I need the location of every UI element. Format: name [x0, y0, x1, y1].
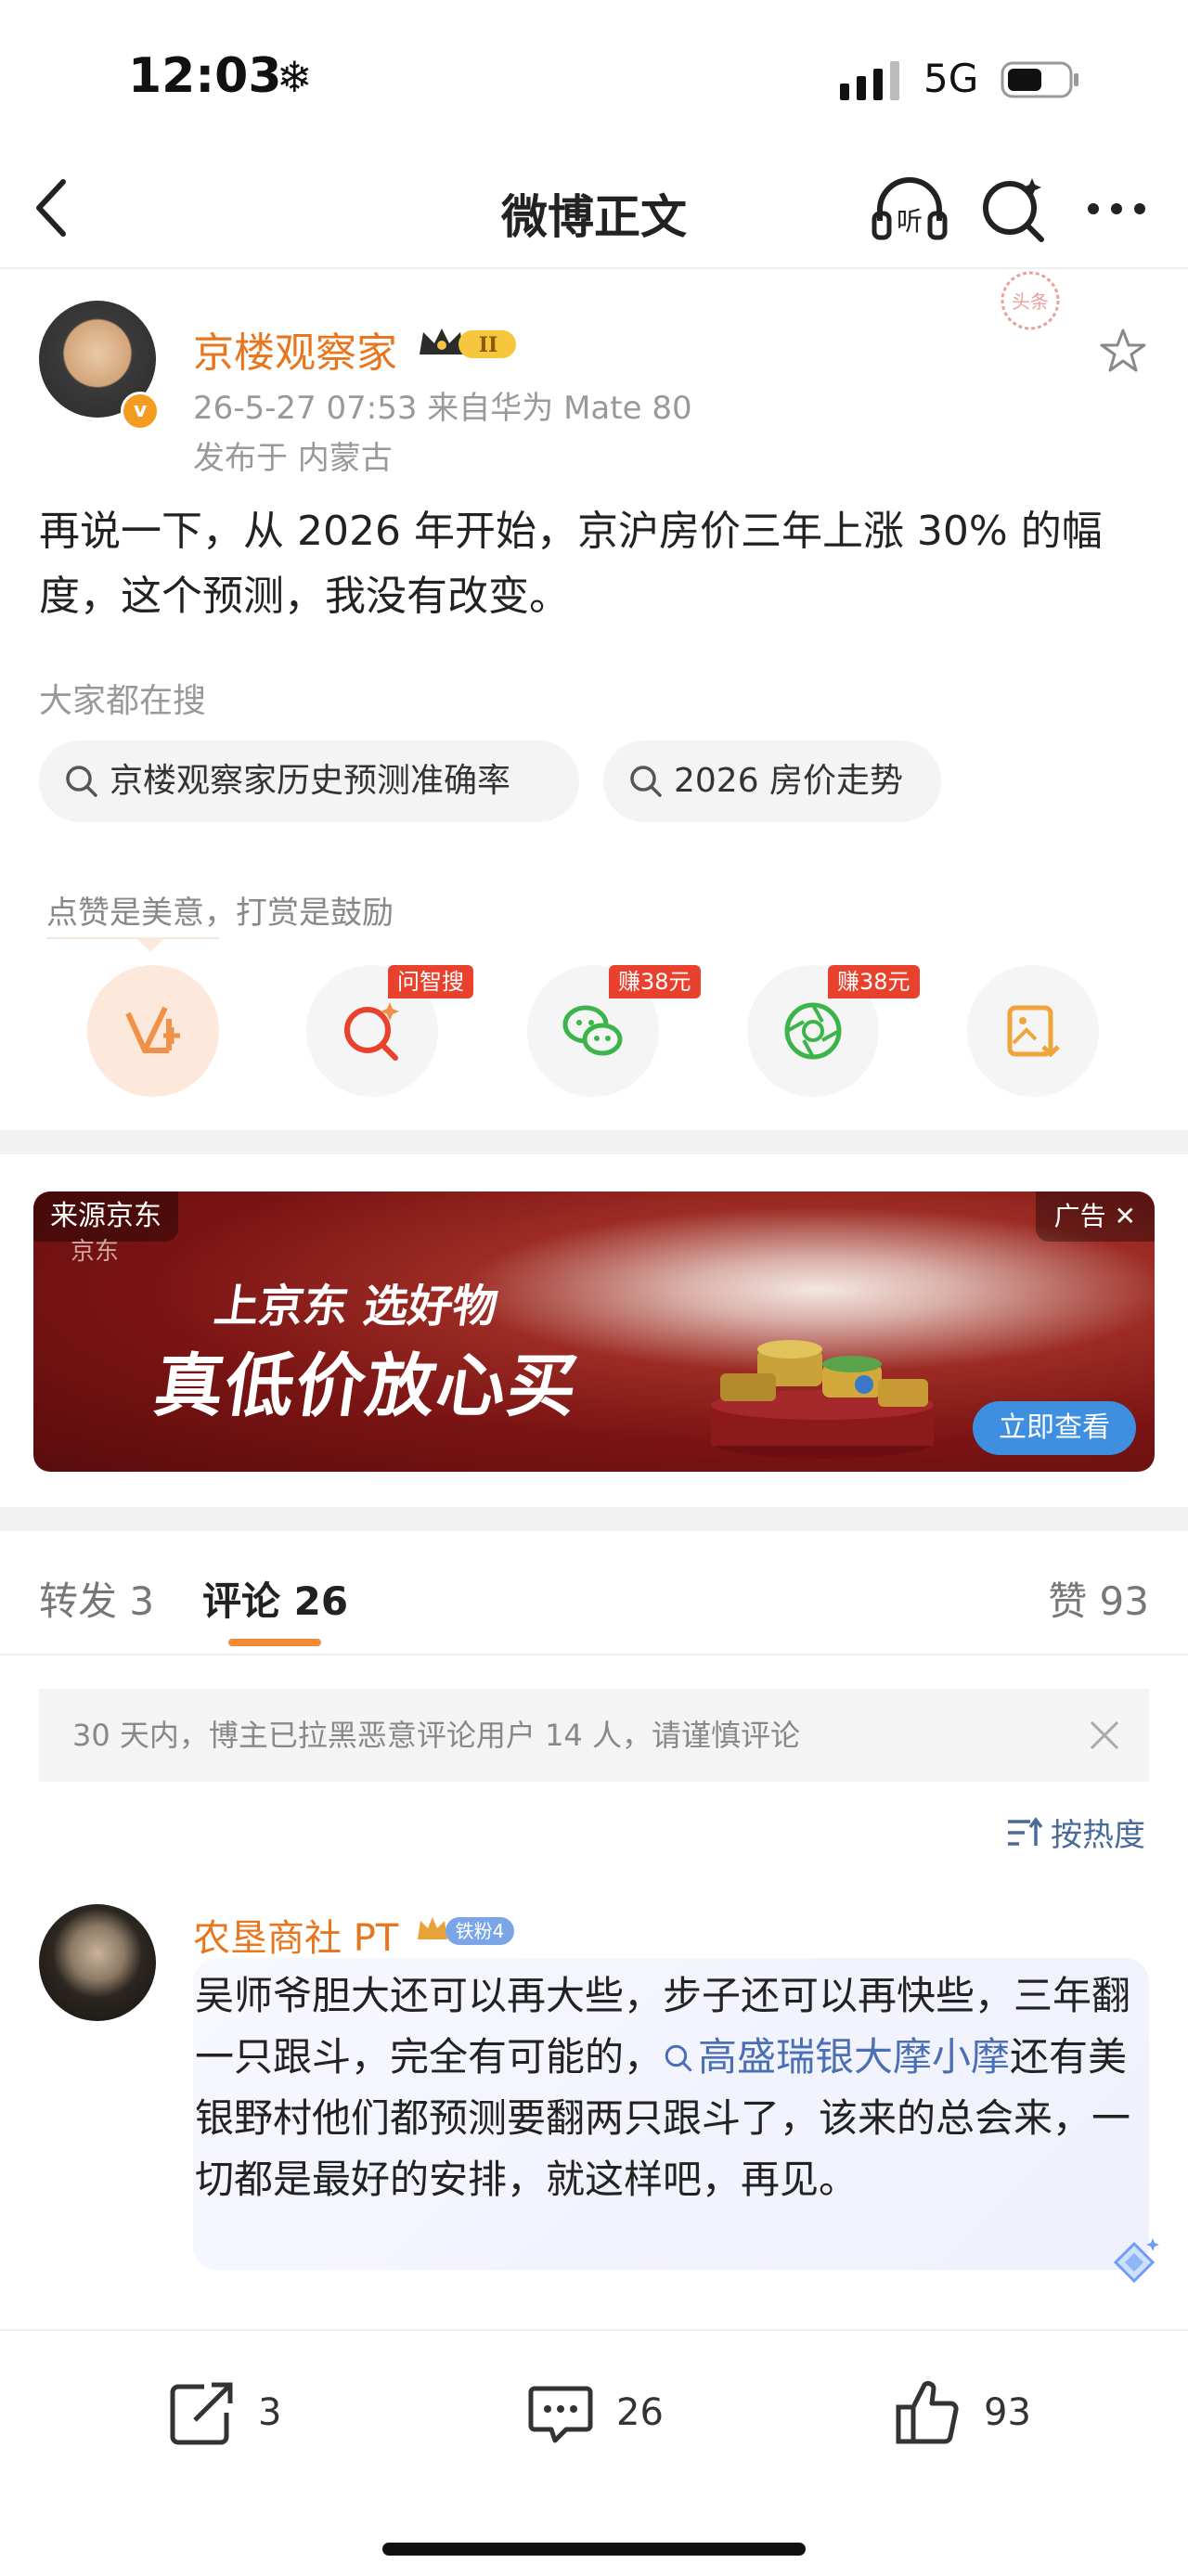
- tab-reposts[interactable]: 转发 3: [39, 1570, 154, 1627]
- comment-notice: 30 天内，博主已拉黑恶意评论用户 14 人，请谨慎评论: [39, 1689, 1149, 1782]
- like-count: 93: [984, 2391, 1031, 2434]
- ai-search-tag: 问智搜: [388, 965, 473, 998]
- ai-search-icon: [344, 1002, 399, 1061]
- trending-chip[interactable]: 京楼观察家历史预测准确率: [39, 741, 579, 822]
- sparkle-diamond-icon: [1113, 2238, 1159, 2284]
- listen-headphones-icon[interactable]: 听: [871, 173, 949, 243]
- post-text: 再说一下，从 2026 年开始，京沪房价三年上涨 30% 的幅度，这个预测，我没…: [39, 508, 1103, 620]
- ad-headline: 上京东 选好物: [211, 1281, 501, 1333]
- sort-icon: [1008, 1816, 1043, 1846]
- section-separator: [0, 1507, 1188, 1531]
- trending-label: 大家都在搜: [39, 682, 207, 720]
- v-plus-icon: [125, 1006, 180, 1053]
- ad-banner[interactable]: 来源京东 广告 ✕ 京东 上京东 选好物 真低价放心买 立即查看: [33, 1191, 1155, 1472]
- ad-close-label[interactable]: 广告 ✕: [1035, 1191, 1155, 1242]
- status-time: 12:03: [128, 48, 282, 104]
- trending-chip-label: 京楼观察家历史预测准确率: [110, 762, 511, 800]
- repost-share-icon: [170, 2382, 233, 2445]
- snowflake-icon: ❄: [277, 52, 313, 102]
- search-icon: [665, 2044, 692, 2072]
- repost-count: 3: [258, 2391, 282, 2434]
- favorite-star-icon[interactable]: [1099, 327, 1147, 375]
- bottom-action-bar: 3 26 93: [0, 2329, 1188, 2576]
- hint-divider: [46, 937, 219, 939]
- tab-divider: [0, 1654, 1188, 1655]
- search-icon: [630, 766, 662, 797]
- repost-button[interactable]: 3: [167, 2377, 281, 2448]
- sort-by-hot-button[interactable]: 按热度: [1006, 1810, 1145, 1855]
- author-name[interactable]: 京楼观察家: [193, 319, 397, 379]
- svg-text:听: 听: [897, 206, 923, 237]
- like-button[interactable]: 93: [893, 2377, 1031, 2448]
- search-ai-icon[interactable]: [978, 174, 1049, 245]
- earn-tag: 赚38元: [828, 965, 920, 998]
- home-indicator: [382, 2543, 806, 2556]
- post-location: 发布于 内蒙古: [193, 440, 393, 477]
- search-link-text[interactable]: 高盛瑞银大摩小摩: [698, 2034, 1010, 2080]
- sort-label: 按热度: [1051, 1817, 1145, 1854]
- comment-text: 吴师爷胆大还可以再大些，步子还可以再快些，三年翻一只跟斗，完全有可能的， 高盛瑞银…: [195, 1965, 1132, 2210]
- verified-badge-icon: v: [121, 392, 160, 431]
- comment-count: 26: [616, 2391, 664, 2434]
- hint-caret: [136, 937, 165, 952]
- wechat-icon: [562, 1005, 623, 1056]
- notice-text: 30 天内，博主已拉黑恶意评论用户 14 人，请谨慎评论: [72, 1718, 800, 1753]
- more-dots-icon[interactable]: [1084, 195, 1149, 223]
- svg-text:II: II: [479, 333, 498, 357]
- search-icon: [66, 766, 97, 797]
- fan-badge-icon: 铁粉4: [418, 1917, 514, 1945]
- thumbs-up-icon: [896, 2380, 959, 2444]
- close-icon[interactable]: [1086, 1717, 1123, 1754]
- section-separator: [0, 1130, 1188, 1154]
- svg-text:铁粉4: 铁粉4: [456, 1920, 505, 1942]
- comment-bubble-icon: [528, 2386, 593, 2443]
- ad-brand: 京东: [71, 1238, 120, 1266]
- moments-icon: [784, 1002, 842, 1060]
- ad-cta-button[interactable]: 立即查看: [973, 1401, 1136, 1455]
- like-hint: 点赞是美意，打赏是鼓励: [46, 895, 394, 932]
- commenter-name[interactable]: 农垦商社 PT: [193, 1908, 398, 1962]
- commenter-avatar[interactable]: [39, 1904, 156, 2021]
- earn-tag: 赚38元: [609, 965, 701, 998]
- ad-slogan: 真低价放心买: [149, 1346, 585, 1426]
- crown-level-icon: II: [420, 328, 516, 358]
- tab-likes[interactable]: 赞 93: [1048, 1570, 1149, 1627]
- svg-text:头条: 头条: [1012, 290, 1049, 313]
- trending-chip-label: 2026 房价走势: [674, 762, 904, 800]
- battery-icon: [1001, 61, 1078, 98]
- tab-comments[interactable]: 评论 26: [202, 1570, 348, 1627]
- save-image-icon: [1007, 1005, 1060, 1058]
- signal-icon: [840, 61, 899, 100]
- active-tab-indicator: [228, 1639, 321, 1646]
- comment-button[interactable]: 26: [525, 2377, 664, 2448]
- ad-products-image: [711, 1340, 934, 1459]
- search-link[interactable]: 高盛瑞银大摩小摩: [663, 2034, 1010, 2080]
- network-type: 5G: [923, 56, 979, 101]
- like-v-button[interactable]: [87, 965, 219, 1097]
- stamp-icon: 头条: [1001, 271, 1060, 330]
- post-timestamp: 26-5-27 07:53 来自华为 Mate 80: [193, 390, 692, 427]
- trending-chip[interactable]: 2026 房价走势: [603, 741, 941, 822]
- save-image-button[interactable]: [967, 965, 1099, 1097]
